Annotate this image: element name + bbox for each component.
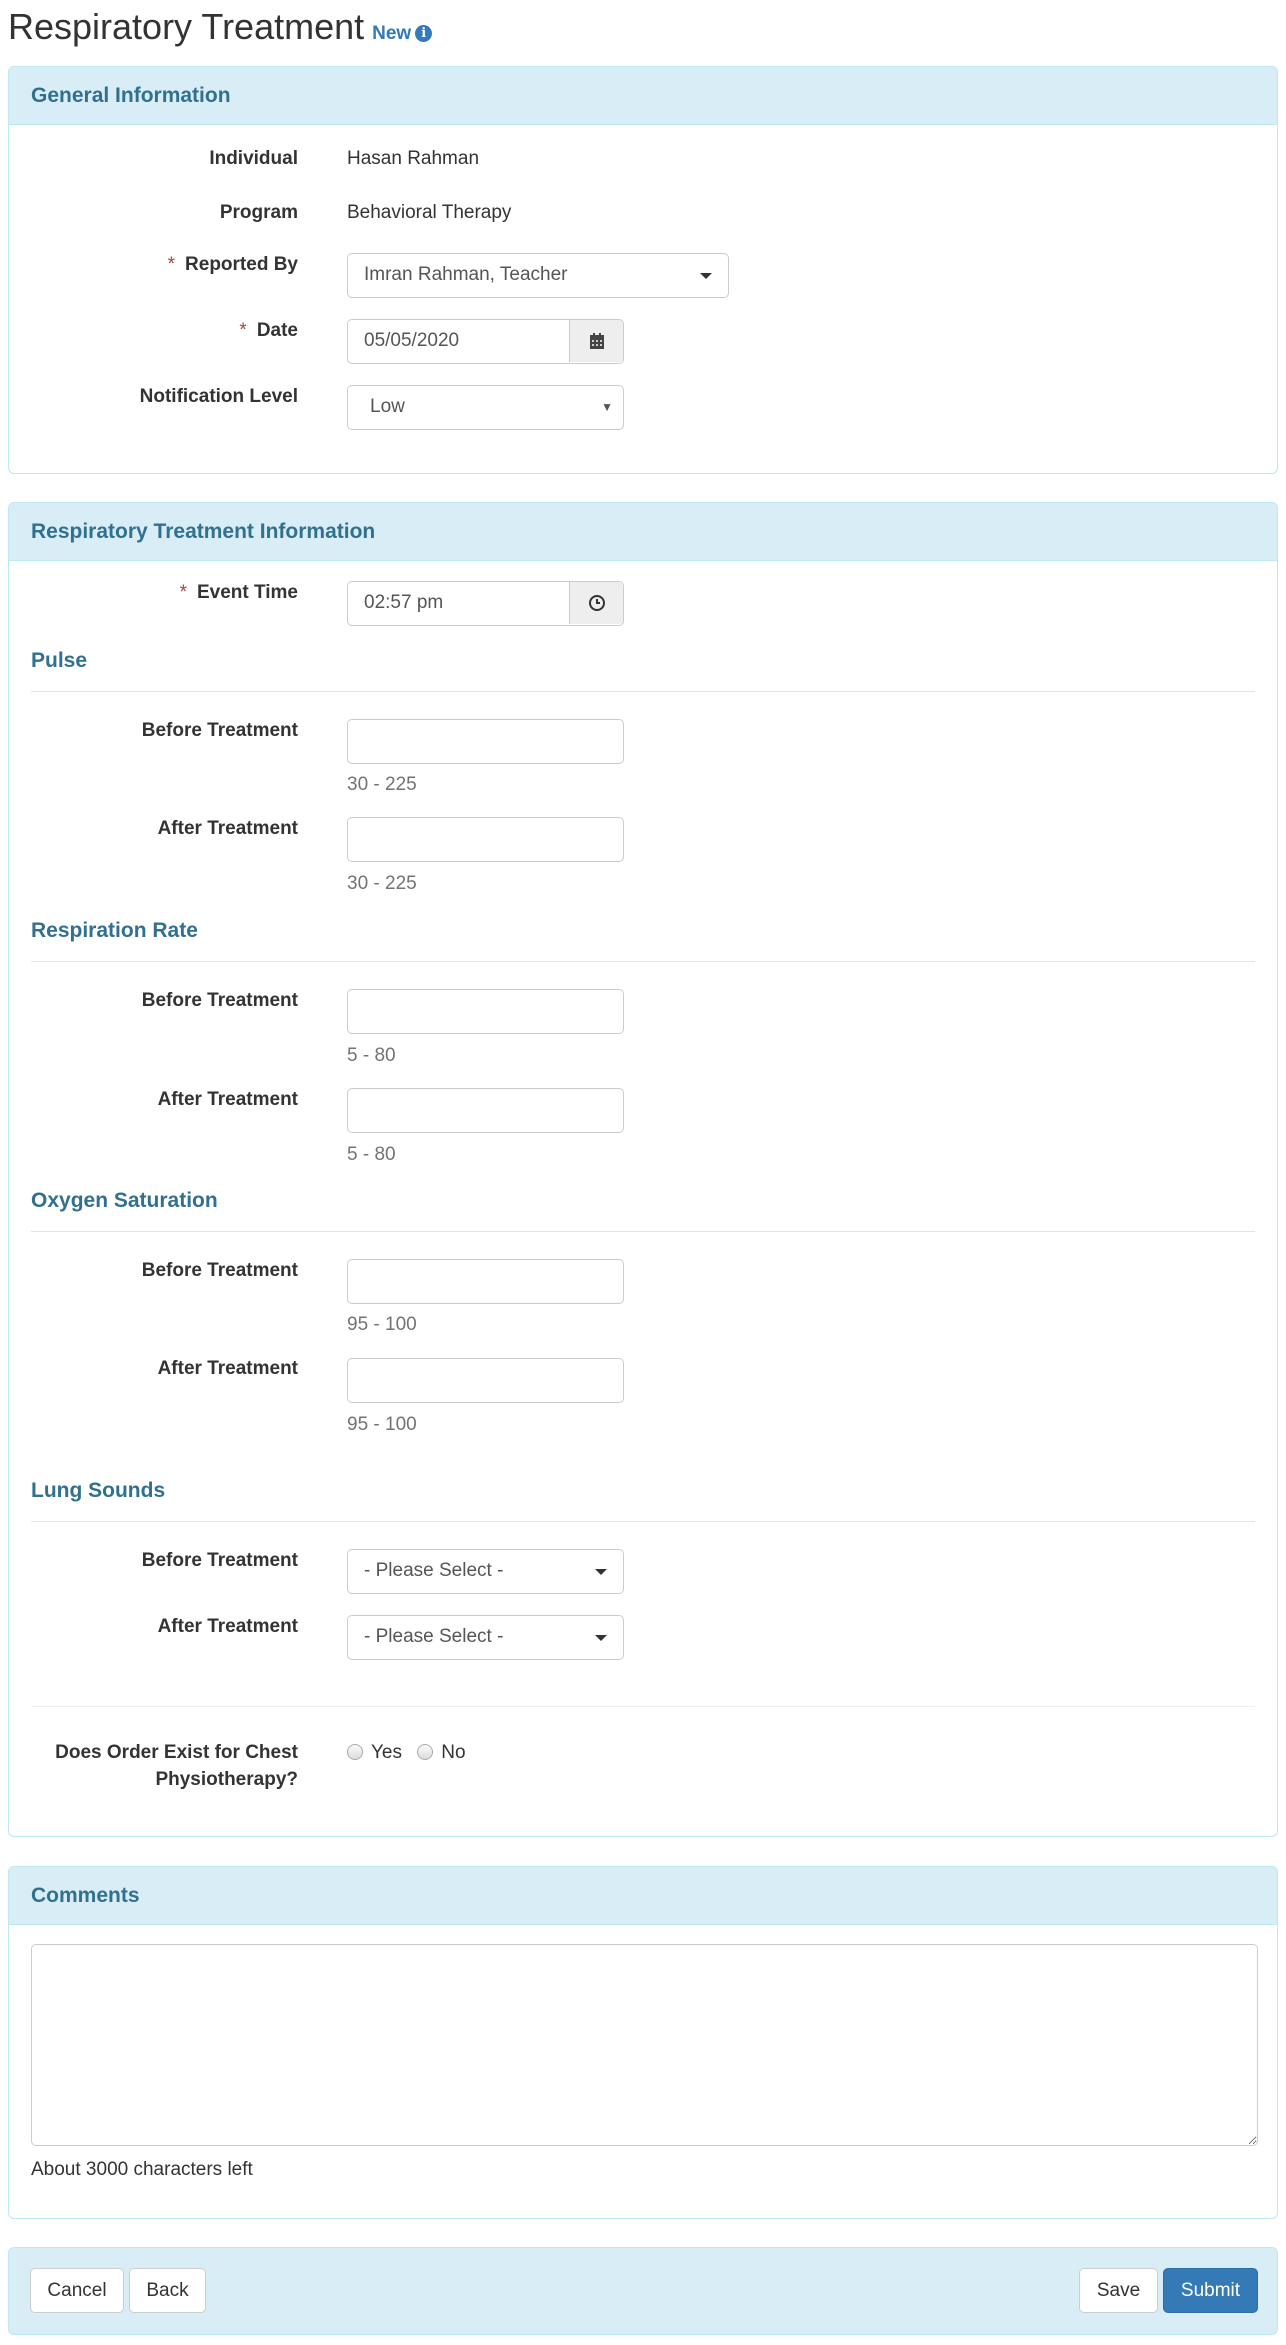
section-divider — [31, 1231, 1255, 1232]
respiration-after-hint: 5 - 80 — [347, 1144, 396, 1165]
general-information-panel: General Information Individual Hasan Rah… — [8, 66, 1278, 474]
program-label: Program — [219, 202, 298, 223]
chest-order-label-line1: Does Order Exist for Chest — [55, 1742, 298, 1763]
reported-by-value: Imran Rahman, Teacher — [364, 264, 568, 285]
section-divider — [31, 961, 1255, 962]
respiration-before-label: Before Treatment — [141, 990, 298, 1011]
required-marker: * — [167, 254, 176, 275]
back-button[interactable]: Back — [129, 2268, 206, 2313]
oxygen-saturation-section-title: Oxygen Saturation — [31, 1189, 218, 1212]
lung-before-label: Before Treatment — [141, 1550, 298, 1571]
reported-by-label: * Reported By — [168, 251, 298, 278]
save-button[interactable]: Save — [1079, 2268, 1158, 2313]
respiration-after-label: After Treatment — [157, 1089, 298, 1110]
cancel-button[interactable]: Cancel — [30, 2268, 124, 2313]
divider — [31, 1706, 1255, 1707]
chest-order-yes-radio[interactable] — [347, 1744, 363, 1760]
chest-order-no-radio[interactable] — [417, 1744, 434, 1760]
date-label: * Date — [239, 317, 298, 344]
respiration-after-input[interactable] — [347, 1088, 624, 1133]
date-label-text: Date — [256, 320, 298, 341]
pulse-after-label: After Treatment — [157, 818, 298, 839]
pulse-before-hint: 30 - 225 — [347, 774, 417, 795]
clock-icon — [588, 595, 605, 611]
chest-order-radio-group: Yes No — [347, 1739, 476, 1766]
individual-label: Individual — [209, 148, 298, 169]
panel-heading: Comments — [9, 1867, 1277, 1925]
form-footer: Cancel Back Save Submit — [8, 2247, 1278, 2335]
panel-title: General Information — [31, 84, 231, 107]
required-marker: * — [179, 582, 187, 603]
respiration-before-hint: 5 - 80 — [347, 1045, 396, 1066]
chevron-down-icon: ▼ — [601, 400, 613, 414]
respiration-rate-section-title: Respiration Rate — [31, 919, 198, 942]
panel-heading: Respiratory Treatment Information — [9, 503, 1277, 561]
lung-before-value: - Please Select - — [364, 1560, 504, 1581]
section-divider — [31, 1521, 1255, 1522]
oxygen-before-input[interactable] — [347, 1259, 624, 1304]
oxygen-before-hint: 95 - 100 — [347, 1314, 417, 1335]
calendar-button[interactable] — [569, 320, 623, 362]
program-value: Behavioral Therapy — [347, 202, 512, 223]
reported-by-label-text: Reported By — [185, 254, 298, 275]
info-circle-icon[interactable]: i — [415, 25, 433, 42]
event-time-label: * Event Time — [180, 579, 298, 606]
lung-before-select[interactable]: - Please Select - — [347, 1549, 624, 1594]
chest-order-label: Does Order Exist for Chest Physiotherapy? — [55, 1739, 298, 1793]
page-title: Respiratory Treatment New i — [8, 4, 433, 57]
panel-heading: General Information — [9, 67, 1277, 125]
section-divider — [31, 691, 1255, 692]
lung-after-value: - Please Select - — [364, 1626, 504, 1647]
pulse-before-input[interactable] — [347, 719, 624, 764]
chest-order-yes-label[interactable]: Yes — [371, 1742, 402, 1763]
characters-left: About 3000 characters left — [31, 2159, 253, 2180]
chevron-down-icon — [595, 1635, 607, 1641]
notification-level-select[interactable]: Low ▼ — [347, 385, 624, 430]
comments-panel: Comments About 3000 characters left — [8, 1866, 1278, 2219]
page-title-text: Respiratory Treatment — [8, 6, 365, 47]
oxygen-after-hint: 95 - 100 — [347, 1414, 417, 1435]
oxygen-after-label: After Treatment — [157, 1358, 298, 1379]
chest-order-no-label[interactable]: No — [441, 1742, 465, 1763]
notification-level-value: Low — [370, 396, 405, 417]
pulse-after-hint: 30 - 225 — [347, 873, 417, 894]
notification-level-label: Notification Level — [139, 386, 298, 407]
panel-title: Comments — [31, 1884, 140, 1907]
respiration-before-input[interactable] — [347, 989, 624, 1034]
pulse-before-label: Before Treatment — [141, 720, 298, 741]
calendar-icon — [589, 333, 604, 349]
panel-title: Respiratory Treatment Information — [31, 520, 376, 543]
date-input[interactable]: 05/05/2020 — [347, 319, 624, 364]
respiratory-treatment-panel: Respiratory Treatment Information * Event… — [8, 502, 1278, 1837]
pulse-section-title: Pulse — [31, 649, 88, 672]
lung-after-select[interactable]: - Please Select - — [347, 1615, 624, 1660]
oxygen-after-input[interactable] — [347, 1358, 624, 1403]
lung-sounds-section-title: Lung Sounds — [31, 1479, 166, 1502]
date-value: 05/05/2020 — [364, 330, 460, 351]
event-time-input[interactable]: 02:57 pm — [347, 581, 624, 626]
lung-after-label: After Treatment — [157, 1616, 298, 1637]
comments-textarea[interactable] — [31, 1944, 1258, 2146]
oxygen-before-label: Before Treatment — [141, 1260, 298, 1281]
required-marker: * — [239, 320, 247, 341]
submit-button[interactable]: Submit — [1163, 2268, 1258, 2313]
pulse-after-input[interactable] — [347, 817, 624, 862]
chevron-down-icon — [700, 273, 712, 279]
time-picker-button[interactable] — [569, 582, 623, 624]
chevron-down-icon — [595, 1569, 607, 1575]
event-time-label-text: Event Time — [196, 582, 298, 603]
individual-value: Hasan Rahman — [347, 148, 480, 169]
reported-by-select[interactable]: Imran Rahman, Teacher — [347, 253, 729, 298]
status-badge: New — [372, 23, 412, 44]
chest-order-label-line2: Physiotherapy? — [155, 1769, 298, 1790]
event-time-value: 02:57 pm — [364, 592, 444, 613]
